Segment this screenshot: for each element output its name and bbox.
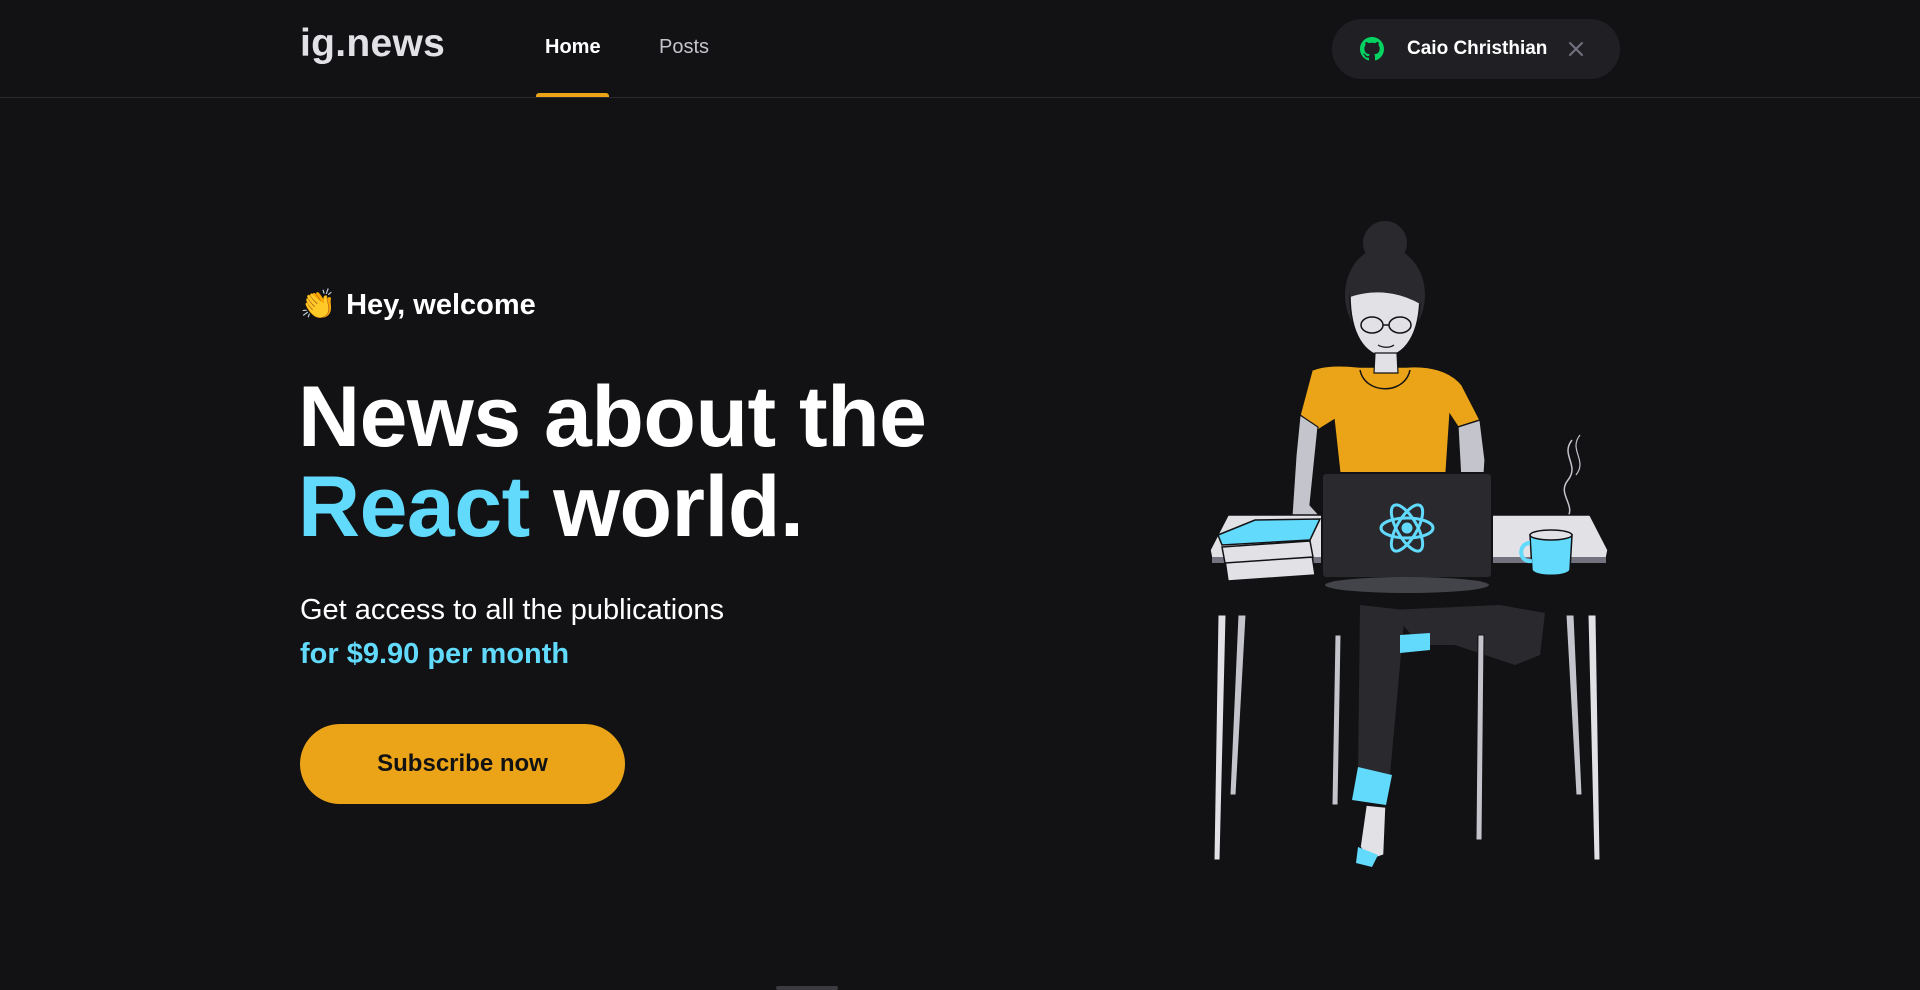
clapping-hands-icon: 👏 xyxy=(300,289,337,321)
hero-title-accent: React xyxy=(298,459,530,555)
scroll-indicator xyxy=(776,986,838,990)
top-header: ig.news Home Posts Caio Christhian xyxy=(0,0,1920,98)
woman-at-laptop-illustration xyxy=(1209,221,1609,867)
app-logo[interactable]: ig.news xyxy=(300,22,445,66)
close-icon[interactable] xyxy=(1567,40,1585,58)
welcome-text: Hey, welcome xyxy=(346,289,536,321)
hero-subtitle-text: Get access to all the publications xyxy=(300,594,724,626)
hero-title-line1: News about the xyxy=(298,369,927,465)
hero-price: for $9.90 per month xyxy=(300,638,570,670)
hero-subtitle: Get access to all the publications for $… xyxy=(300,588,724,676)
sign-in-button[interactable]: Caio Christhian xyxy=(1332,19,1620,79)
nav-home[interactable]: Home xyxy=(545,36,601,59)
nav-posts[interactable]: Posts xyxy=(659,36,709,59)
github-icon xyxy=(1360,37,1384,61)
user-name: Caio Christhian xyxy=(1407,38,1548,59)
subscribe-button[interactable]: Subscribe now xyxy=(300,724,625,804)
hero-title: News about the React world. xyxy=(298,372,927,552)
active-nav-indicator xyxy=(536,93,609,97)
hero-title-rest: world. xyxy=(529,459,804,555)
welcome-heading: 👏 Hey, welcome xyxy=(300,288,536,322)
